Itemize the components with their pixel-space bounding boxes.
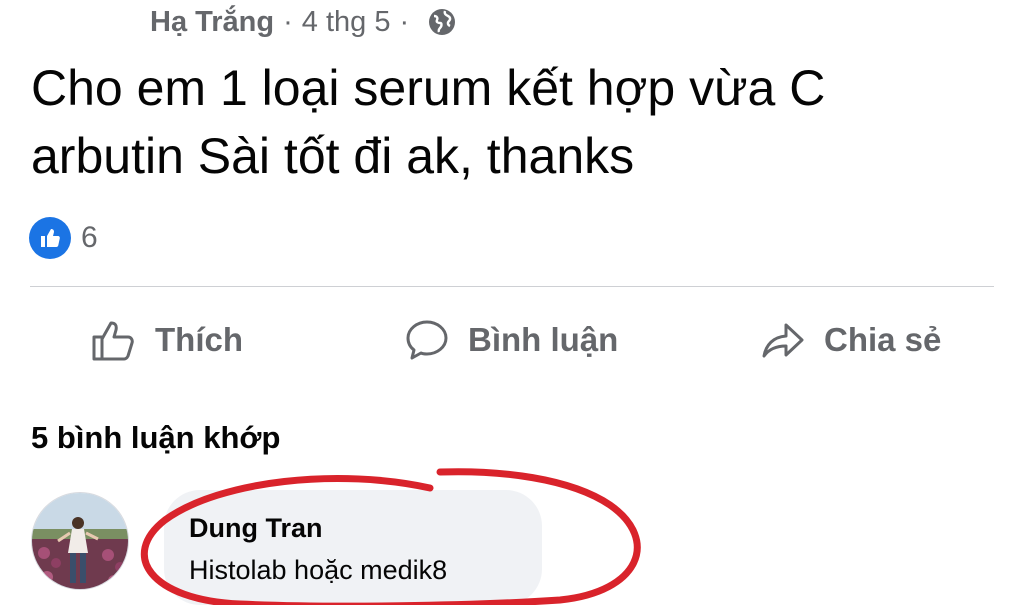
reactions-summary[interactable]: 6 — [29, 217, 98, 259]
globe-icon — [429, 9, 456, 35]
post-body: Cho em 1 loại serum kết hợp vừa C arbuti… — [31, 60, 826, 184]
share-button[interactable]: Chia sẻ — [760, 312, 941, 368]
comment-text: Histolab hoặc medik8 — [189, 555, 448, 585]
comment-button[interactable]: Bình luận — [404, 312, 618, 368]
share-label: Chia sẻ — [824, 321, 942, 358]
meta-separator-2: · — [399, 6, 410, 38]
avatar[interactable] — [31, 492, 129, 590]
thumbs-up-icon — [92, 321, 134, 361]
comments-heading[interactable]: 5 bình luận khớp — [31, 418, 280, 458]
like-button[interactable]: Thích — [91, 312, 243, 368]
comment-author[interactable]: Dung Tran — [189, 510, 542, 546]
divider — [30, 286, 994, 287]
post-author[interactable]: Hạ Trắng — [150, 4, 274, 40]
comment-bubble[interactable]: Dung Tran Histolab hoặc medik8 — [164, 490, 542, 605]
like-label: Thích — [155, 321, 243, 358]
like-badge-icon — [29, 217, 71, 259]
share-icon — [762, 323, 804, 358]
reaction-count: 6 — [81, 221, 98, 254]
post-timestamp[interactable]: 4 thg 5 — [302, 4, 391, 40]
comment-icon — [406, 320, 448, 360]
comment-label: Bình luận — [468, 321, 619, 358]
post-meta: Hạ Trắng · 4 thg 5 · — [150, 4, 457, 40]
meta-separator: · — [283, 6, 293, 38]
post-view: Hạ Trắng · 4 thg 5 · Cho em 1 loại serum… — [0, 0, 1024, 605]
